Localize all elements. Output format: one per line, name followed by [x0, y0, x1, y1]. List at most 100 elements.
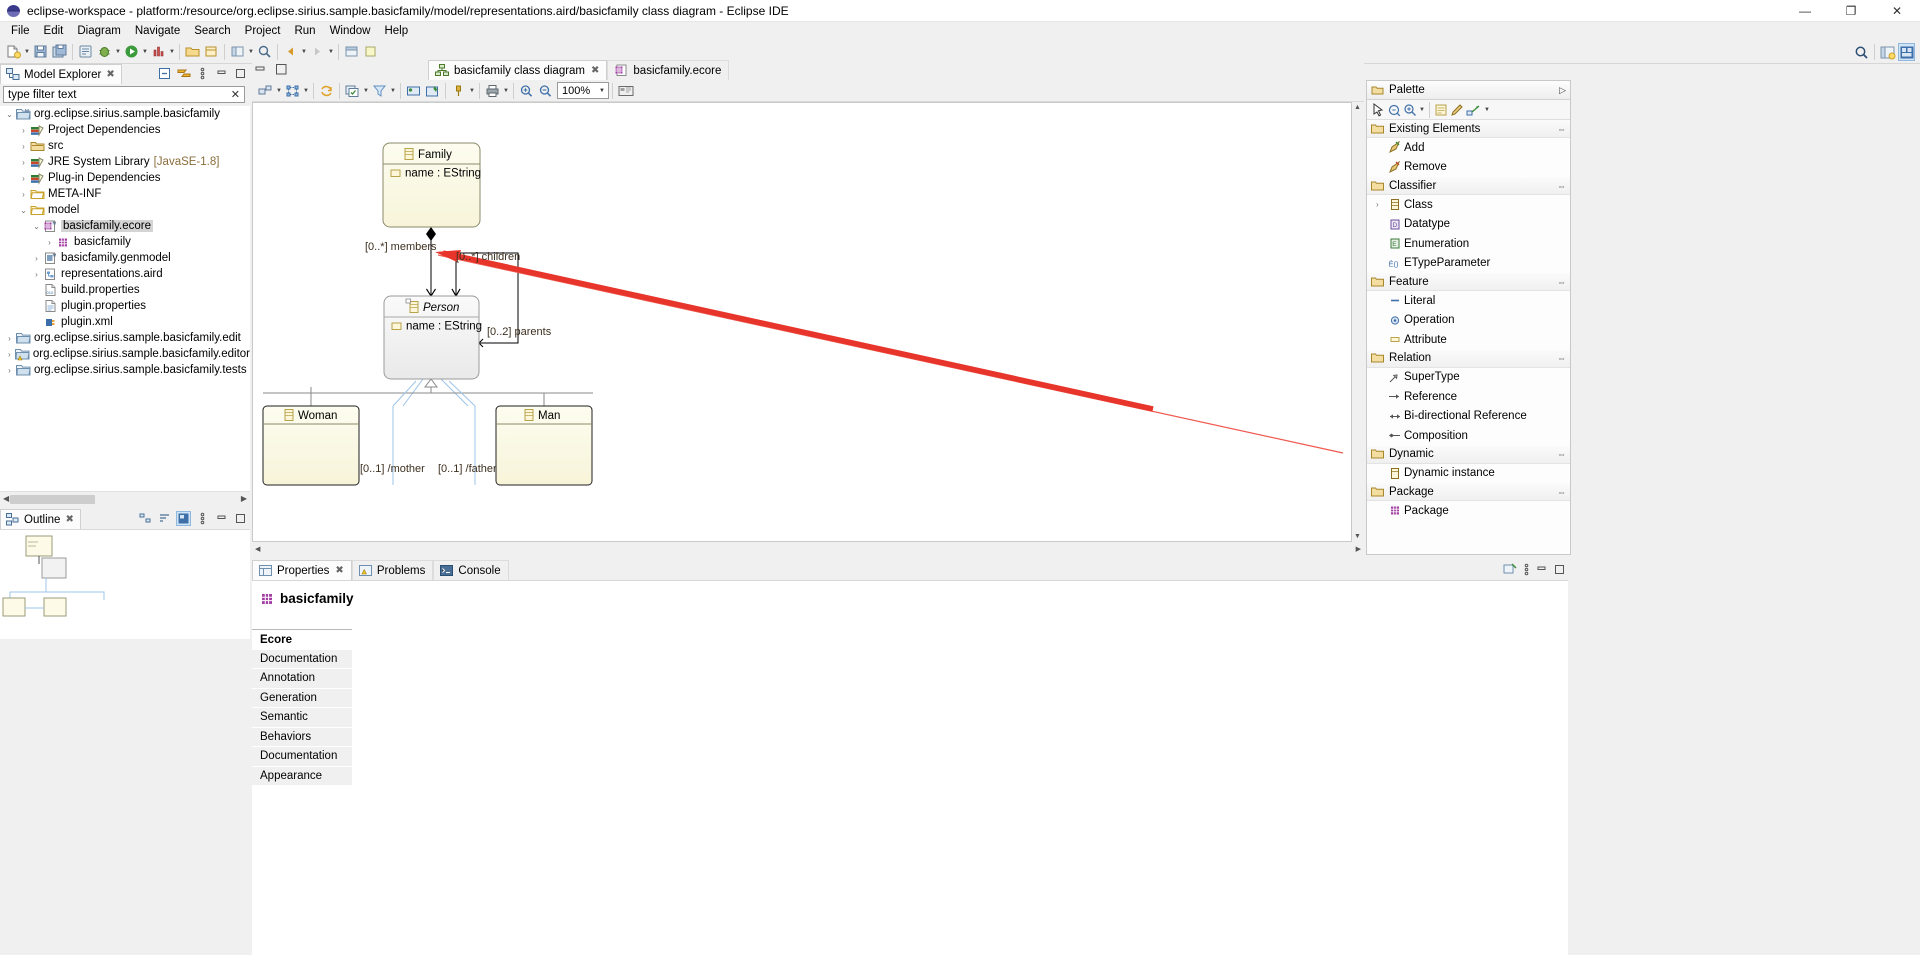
- new-class-icon[interactable]: [203, 43, 220, 61]
- back-icon[interactable]: [282, 43, 299, 61]
- properties-section-generation[interactable]: Generation: [252, 688, 352, 708]
- select-dropdown-icon[interactable]: ▼: [302, 82, 310, 100]
- palette-entry-class[interactable]: › Class: [1367, 195, 1570, 215]
- twisty-icon[interactable]: ›: [18, 142, 29, 151]
- palette-entry-bidirectional-reference[interactable]: Bi-directional Reference: [1367, 407, 1570, 427]
- properties-section-list[interactable]: Ecore Documentation Annotation Generatio…: [252, 630, 352, 786]
- tree-item-plugin-dependencies[interactable]: › Plug-in Dependencies: [0, 170, 250, 186]
- connection-tool-icon[interactable]: [1466, 103, 1482, 117]
- tree-item-src[interactable]: › src: [0, 138, 250, 154]
- palette-group-existing-elements[interactable]: Existing Elements ⇔: [1367, 120, 1570, 138]
- menu-diagram[interactable]: Diagram: [70, 22, 127, 40]
- maximize-view-icon[interactable]: [233, 66, 248, 81]
- menu-navigate[interactable]: Navigate: [128, 22, 187, 40]
- forward-dropdown-icon[interactable]: ▼: [327, 43, 335, 61]
- layer-icon[interactable]: [344, 82, 361, 100]
- tree-item-project-dependencies[interactable]: › Project Dependencies: [0, 122, 250, 138]
- filter-dropdown-icon[interactable]: ▼: [389, 82, 397, 100]
- palette-entry-attribute[interactable]: Attribute: [1367, 330, 1570, 350]
- view-menu-icon[interactable]: [1524, 563, 1529, 576]
- zoom-level-combo[interactable]: 100% ▼: [557, 82, 609, 99]
- save-icon[interactable]: [32, 43, 49, 61]
- zoom-out-icon[interactable]: [537, 82, 554, 100]
- debug-icon[interactable]: [96, 43, 113, 61]
- new-java-project-icon[interactable]: [184, 43, 201, 61]
- chevron-down-icon[interactable]: ▼: [1419, 107, 1425, 113]
- palette-group-relation[interactable]: Relation ⇔: [1367, 349, 1570, 368]
- select-icon[interactable]: [284, 82, 301, 100]
- toggle-mark-occurrences-icon[interactable]: [362, 43, 379, 61]
- scroll-left-icon[interactable]: ◀: [255, 545, 260, 553]
- run-dropdown-icon[interactable]: ▼: [141, 43, 149, 61]
- twisty-icon[interactable]: ⌄: [31, 222, 42, 231]
- arrange-dropdown-icon[interactable]: ▼: [275, 82, 283, 100]
- close-icon[interactable]: ✖: [65, 514, 73, 525]
- twisty-icon[interactable]: ›: [1376, 200, 1386, 209]
- palette-pin-icon[interactable]: ▷: [1559, 85, 1566, 96]
- paste-format-icon[interactable]: [424, 82, 441, 100]
- tree-item-project-basicfamily-edit[interactable]: › org.eclipse.sirius.sample.basicfamily.…: [0, 330, 250, 346]
- open-perspective-dropdown-icon[interactable]: ▼: [247, 43, 255, 61]
- select-tool-icon[interactable]: [1371, 102, 1385, 117]
- tree-item-basicfamily-package[interactable]: › basicfamily: [0, 234, 250, 250]
- tree-item-jre-system-library[interactable]: › JRE System Library [JavaSE-1.8]: [0, 154, 250, 170]
- view-menu-icon[interactable]: [195, 511, 210, 526]
- filter-icon[interactable]: [371, 82, 388, 100]
- palette-entry-reference[interactable]: Reference: [1367, 387, 1570, 407]
- properties-section-ecore[interactable]: Ecore: [252, 630, 352, 650]
- tree-item-plugin-xml[interactable]: plugin.xml: [0, 314, 250, 330]
- layer-dropdown-icon[interactable]: ▼: [362, 82, 370, 100]
- tree-item-basicfamily-ecore[interactable]: ⌄ M basicfamily.ecore: [0, 218, 250, 234]
- editor-minimize-icon[interactable]: [254, 63, 267, 76]
- editor-maximize-icon[interactable]: [275, 63, 288, 76]
- clear-filter-icon[interactable]: ✕: [229, 88, 242, 101]
- properties-section-appearance[interactable]: Appearance: [252, 766, 352, 786]
- back-dropdown-icon[interactable]: ▼: [300, 43, 308, 61]
- collapse-all-icon[interactable]: [157, 66, 172, 81]
- open-perspective-icon[interactable]: [229, 43, 246, 61]
- run-icon[interactable]: [123, 43, 140, 61]
- tab-problems[interactable]: Problems: [351, 560, 434, 580]
- close-icon[interactable]: ✖: [106, 69, 114, 80]
- menu-help[interactable]: Help: [377, 22, 415, 40]
- maximize-button[interactable]: ❐: [1828, 0, 1874, 22]
- filter-input[interactable]: [8, 88, 229, 101]
- new-wizard-icon[interactable]: [5, 43, 22, 61]
- palette-entry-datatype[interactable]: D Datatype: [1367, 215, 1570, 235]
- search-icon[interactable]: [1853, 43, 1870, 61]
- profile-icon[interactable]: [150, 43, 167, 61]
- palette-entry-operation[interactable]: Operation: [1367, 311, 1570, 331]
- palette-entry-enumeration[interactable]: E Enumeration: [1367, 234, 1570, 254]
- properties-section-behaviors[interactable]: Behaviors: [252, 727, 352, 747]
- arrange-all-icon[interactable]: [257, 82, 274, 100]
- palette-group-feature[interactable]: Feature ⇔: [1367, 273, 1570, 291]
- palette-collapse-icon[interactable]: ⇔: [1557, 181, 1566, 191]
- link-with-editor-icon[interactable]: [176, 66, 191, 81]
- editor-tab-basicfamily-ecore[interactable]: basicfamily.ecore: [607, 60, 730, 80]
- tree-item-project-basicfamily-editor[interactable]: › org.eclipse.sirius.sample.basicfamily.…: [0, 346, 250, 362]
- pin-editor-icon[interactable]: [1503, 563, 1517, 576]
- twisty-icon[interactable]: ›: [4, 350, 15, 359]
- outline-sort-icon[interactable]: [157, 511, 172, 526]
- menu-run[interactable]: Run: [287, 22, 322, 40]
- save-all-icon[interactable]: [51, 43, 68, 61]
- properties-section-documentation[interactable]: Documentation: [252, 649, 352, 669]
- tree-item-representations-aird[interactable]: › representations.aird: [0, 266, 250, 282]
- scroll-down-icon[interactable]: ▼: [1354, 533, 1361, 540]
- forward-icon[interactable]: [309, 43, 326, 61]
- outline-overview-icon[interactable]: [176, 511, 191, 526]
- close-icon[interactable]: ✖: [335, 565, 343, 576]
- canvas-vertical-scrollbar[interactable]: ▲ ▼: [1352, 102, 1364, 542]
- screenshot-icon[interactable]: [617, 82, 634, 100]
- search-toolbar-icon[interactable]: [256, 43, 273, 61]
- tab-model-explorer[interactable]: Model Explorer ✖: [0, 64, 122, 84]
- menu-search[interactable]: Search: [187, 22, 237, 40]
- twisty-icon[interactable]: ›: [18, 174, 29, 183]
- twisty-icon[interactable]: ›: [31, 254, 42, 263]
- perspective-open-icon[interactable]: [1879, 43, 1896, 61]
- palette-entry-dynamic-instance[interactable]: Dynamic instance: [1367, 464, 1570, 484]
- tab-properties[interactable]: Properties ✖: [252, 560, 352, 580]
- properties-section-semantic[interactable]: Semantic: [252, 708, 352, 728]
- palette-collapse-icon[interactable]: ⇔: [1557, 277, 1566, 287]
- editor-tab-class-diagram[interactable]: basicfamily class diagram ✖: [428, 60, 608, 80]
